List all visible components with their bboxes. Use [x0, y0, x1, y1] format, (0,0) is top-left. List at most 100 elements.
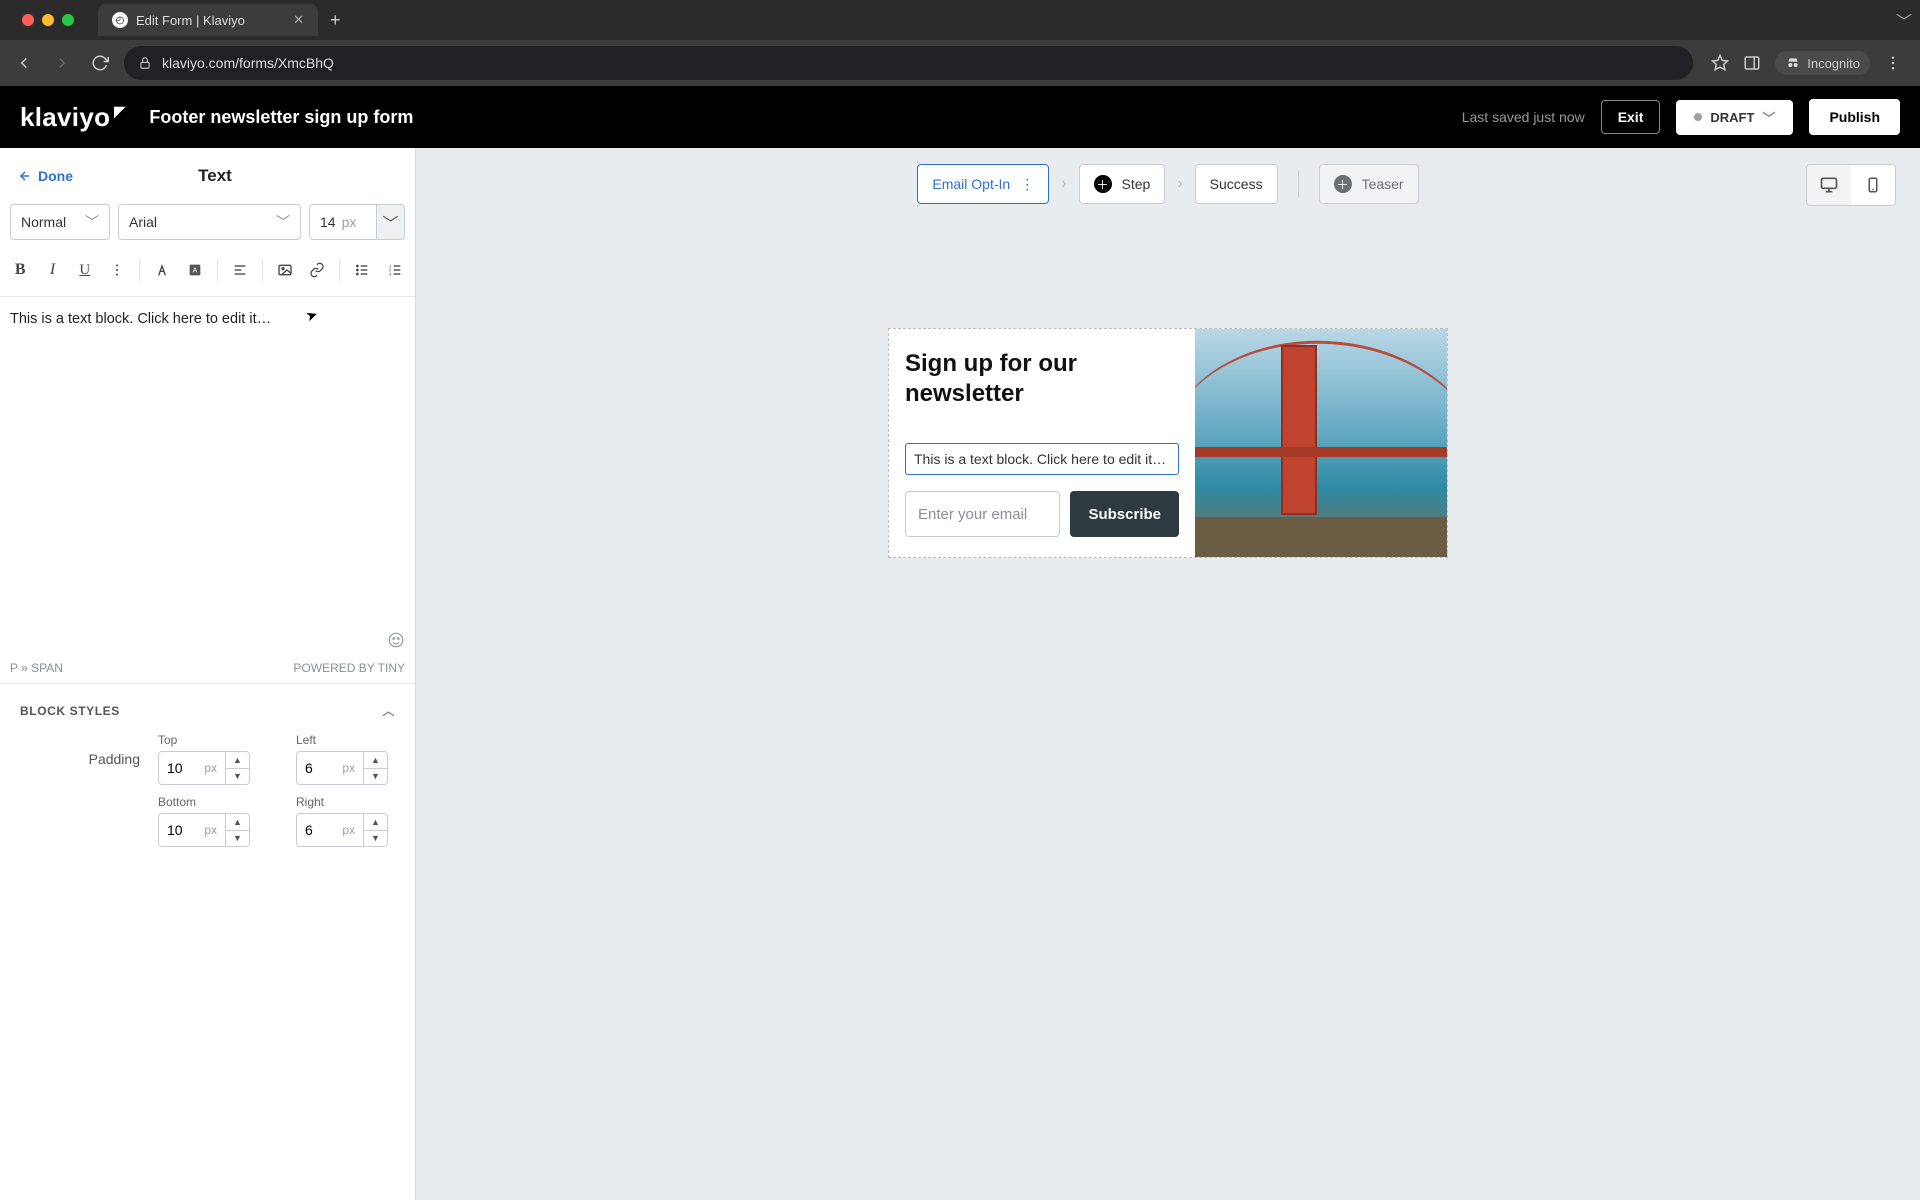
- font-family-select[interactable]: Arial ﹀: [118, 204, 301, 240]
- padding-right-value: 6: [305, 822, 313, 838]
- chevron-down-icon: ﹀: [276, 212, 290, 232]
- more-formatting-button[interactable]: [103, 254, 131, 286]
- bullet-list-button[interactable]: [348, 254, 376, 286]
- arrow-left-icon: [18, 169, 32, 183]
- padding-top-stepper[interactable]: ▲▼: [226, 751, 250, 785]
- status-dot-icon: [1694, 113, 1702, 121]
- font-family-value: Arial: [129, 214, 157, 230]
- chevron-down-icon: ﹀: [1762, 108, 1775, 127]
- status-dropdown[interactable]: DRAFT ﹀: [1676, 100, 1793, 135]
- mobile-preview-button[interactable]: [1851, 165, 1895, 205]
- chevron-up-icon[interactable]: ▲: [364, 752, 387, 769]
- add-step-button[interactable]: ＋ Step: [1079, 164, 1166, 204]
- step-menu-icon[interactable]: ⋮: [1020, 176, 1034, 193]
- font-size-input[interactable]: 14 px: [309, 204, 377, 240]
- subscribe-button[interactable]: Subscribe: [1070, 491, 1179, 537]
- underline-button[interactable]: U: [71, 254, 99, 286]
- editor-content: This is a text block. Click here to edit…: [10, 311, 271, 327]
- text-color-button[interactable]: [148, 254, 176, 286]
- incognito-icon: [1785, 55, 1801, 71]
- nav-reload-icon[interactable]: [86, 49, 114, 77]
- desktop-preview-button[interactable]: [1807, 165, 1851, 205]
- insert-image-button[interactable]: [271, 254, 299, 286]
- chevron-right-icon: ›: [1177, 175, 1182, 193]
- padding-left-stepper[interactable]: ▲▼: [364, 751, 388, 785]
- selected-text-block[interactable]: This is a text block. Click here to edit…: [905, 443, 1179, 475]
- lock-icon: [138, 56, 152, 70]
- numbered-list-button[interactable]: 123: [381, 254, 409, 286]
- window-minimize-icon[interactable]: [42, 14, 54, 26]
- chevron-up-icon[interactable]: ▲: [226, 814, 249, 831]
- font-size-stepper[interactable]: ﹀: [377, 204, 405, 240]
- plus-icon: ＋: [1094, 175, 1112, 193]
- bookmark-icon[interactable]: [1711, 54, 1729, 72]
- padding-bottom-stepper[interactable]: ▲▼: [226, 813, 250, 847]
- padding-left-label: Left: [296, 733, 416, 747]
- panel-icon[interactable]: [1743, 54, 1761, 72]
- add-teaser-button[interactable]: ＋ Teaser: [1319, 164, 1419, 204]
- padding-bottom-value: 10: [167, 822, 183, 838]
- chevron-down-icon[interactable]: ▼: [226, 769, 249, 785]
- browser-menu-icon[interactable]: [1884, 54, 1902, 72]
- step-success[interactable]: Success: [1195, 164, 1278, 204]
- text-style-value: Normal: [21, 214, 66, 230]
- tabs-dropdown-icon[interactable]: ﹀: [1896, 8, 1920, 32]
- tab-close-icon[interactable]: ✕: [293, 12, 304, 28]
- highlight-color-button[interactable]: A: [180, 254, 208, 286]
- bridge-image-decor: [1195, 517, 1447, 557]
- chevron-down-icon[interactable]: ▼: [364, 769, 387, 785]
- font-size-unit: px: [342, 214, 357, 230]
- chevron-down-icon[interactable]: ▼: [226, 831, 249, 847]
- step-email-opt-in[interactable]: Email Opt-In ⋮: [917, 164, 1049, 204]
- block-styles-label: BLOCK STYLES: [20, 704, 120, 718]
- powered-by-text: POWERED BY TINY: [293, 661, 405, 675]
- browser-tab[interactable]: ◴ Edit Form | Klaviyo ✕: [98, 4, 318, 36]
- emoji-picker-button[interactable]: [387, 631, 405, 649]
- chevron-down-icon[interactable]: ▼: [364, 831, 387, 847]
- form-preview[interactable]: Sign up for our newsletter This is a tex…: [888, 328, 1448, 558]
- font-size-value: 14: [320, 214, 336, 230]
- padding-right-label: Right: [296, 795, 416, 809]
- chevron-up-icon[interactable]: ▲: [364, 814, 387, 831]
- exit-button[interactable]: Exit: [1601, 100, 1661, 134]
- url-field[interactable]: klaviyo.com/forms/XmcBhQ: [124, 46, 1693, 80]
- step-label: Success: [1210, 176, 1263, 192]
- teaser-label: Teaser: [1362, 176, 1404, 192]
- align-button[interactable]: [226, 254, 254, 286]
- padding-left-input[interactable]: 6 px: [296, 751, 364, 785]
- email-input[interactable]: Enter your email: [905, 491, 1060, 537]
- insert-link-button[interactable]: [303, 254, 331, 286]
- italic-button[interactable]: I: [38, 254, 66, 286]
- padding-top-label: Top: [158, 733, 278, 747]
- incognito-badge[interactable]: Incognito: [1775, 51, 1870, 75]
- text-editor[interactable]: This is a text block. Click here to edit…: [0, 297, 415, 657]
- chevron-up-icon[interactable]: ▲: [226, 752, 249, 769]
- window-zoom-icon[interactable]: [62, 14, 74, 26]
- block-styles-section-toggle[interactable]: BLOCK STYLES ︿: [0, 684, 415, 727]
- new-tab-button[interactable]: +: [318, 10, 353, 31]
- status-label: DRAFT: [1710, 110, 1754, 125]
- form-image[interactable]: [1195, 329, 1447, 557]
- nav-forward-icon: [48, 49, 76, 77]
- padding-right-stepper[interactable]: ▲▼: [364, 813, 388, 847]
- padding-left-value: 6: [305, 760, 313, 776]
- text-style-select[interactable]: Normal ﹀: [10, 204, 110, 240]
- panel-title: Text: [53, 166, 377, 186]
- toolbar-separator: [1298, 170, 1299, 198]
- publish-button[interactable]: Publish: [1809, 99, 1900, 135]
- plus-icon: ＋: [1334, 175, 1352, 193]
- padding-top-input[interactable]: 10 px: [158, 751, 226, 785]
- chevron-up-icon: ︿: [382, 702, 395, 719]
- element-path[interactable]: P » SPAN: [10, 661, 63, 675]
- step-label: Step: [1122, 176, 1151, 192]
- app-logo[interactable]: klaviyo ◤: [20, 102, 125, 133]
- form-heading[interactable]: Sign up for our newsletter: [905, 349, 1179, 409]
- toolbar-separator: [262, 259, 263, 281]
- unit-label: px: [342, 823, 355, 837]
- bold-button[interactable]: B: [6, 254, 34, 286]
- padding-bottom-input[interactable]: 10 px: [158, 813, 226, 847]
- window-close-icon[interactable]: [22, 14, 34, 26]
- nav-back-icon[interactable]: [10, 49, 38, 77]
- padding-right-input[interactable]: 6 px: [296, 813, 364, 847]
- logo-mark-icon: ◤: [114, 103, 125, 120]
